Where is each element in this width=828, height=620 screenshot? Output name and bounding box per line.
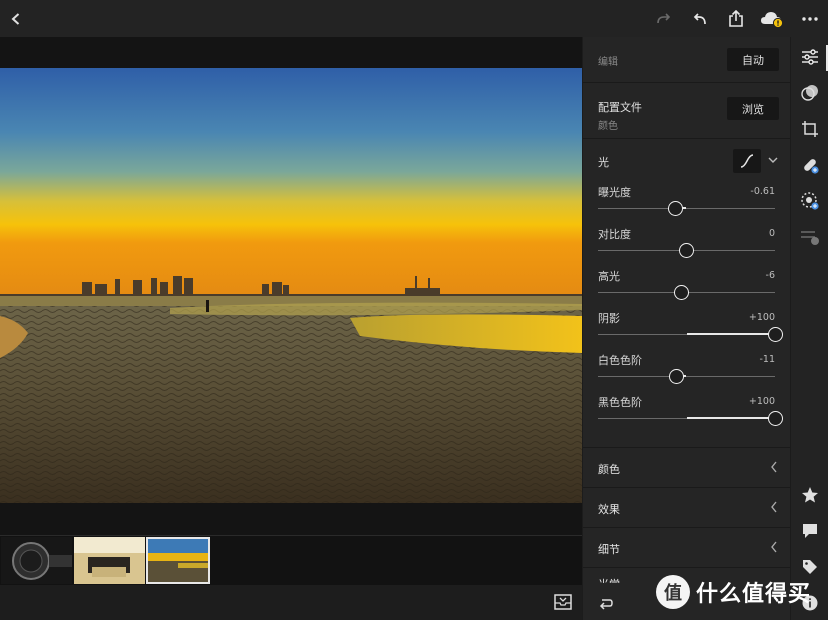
slider-label: 曝光度 bbox=[598, 186, 631, 199]
chevron-left-icon bbox=[771, 541, 777, 553]
presets-tool-button[interactable] bbox=[791, 75, 828, 111]
slider-track[interactable] bbox=[598, 376, 775, 377]
thumbnail-beach-selected[interactable] bbox=[146, 537, 210, 584]
versions-tool-button[interactable] bbox=[791, 219, 828, 255]
undo-button[interactable] bbox=[684, 0, 716, 37]
slider-knob[interactable] bbox=[668, 201, 684, 216]
light-section-header[interactable]: 光 bbox=[583, 139, 790, 179]
chevron-left-icon bbox=[771, 461, 777, 473]
cloud-sync-button[interactable] bbox=[756, 0, 788, 37]
profile-title: 配置文件 bbox=[598, 101, 642, 114]
section-header[interactable]: 细节 bbox=[583, 527, 790, 567]
rate-tool-button[interactable] bbox=[791, 477, 828, 513]
slider-value: -6 bbox=[765, 270, 775, 281]
profile-value: 颜色 bbox=[598, 121, 618, 132]
slider-row[interactable]: 对比度 0 bbox=[583, 223, 790, 265]
inbox-icon bbox=[554, 594, 572, 610]
slider-knob[interactable] bbox=[673, 285, 689, 300]
slider-value: 0 bbox=[768, 228, 775, 239]
versions-icon bbox=[801, 231, 819, 245]
section-title: 颜色 bbox=[598, 463, 620, 476]
tool-column bbox=[790, 37, 828, 620]
slider-label: 阴影 bbox=[598, 312, 620, 325]
slider-label: 高光 bbox=[598, 270, 620, 283]
selective-tool-button[interactable] bbox=[791, 183, 828, 219]
section-title: 效果 bbox=[598, 503, 620, 516]
chevron-left-icon bbox=[771, 501, 777, 513]
slider-row[interactable]: 曝光度 -0.61 bbox=[583, 181, 790, 223]
share-icon bbox=[729, 9, 743, 27]
slider-value: +100 bbox=[748, 312, 775, 323]
chevron-down-icon[interactable] bbox=[768, 157, 778, 164]
slider-row[interactable]: 黑色色阶 +100 bbox=[583, 391, 790, 433]
browse-button[interactable]: 浏览 bbox=[727, 97, 779, 120]
slider-track[interactable] bbox=[598, 208, 775, 209]
slider-fill bbox=[686, 417, 775, 419]
photo-preview[interactable] bbox=[0, 68, 582, 503]
selective-icon bbox=[801, 192, 819, 210]
section-title: 光学 bbox=[598, 576, 620, 583]
slider-label: 对比度 bbox=[598, 228, 631, 241]
slider-knob[interactable] bbox=[679, 243, 694, 258]
tone-curve-icon bbox=[740, 154, 754, 168]
slider-fill bbox=[686, 333, 775, 335]
tone-curve-button[interactable] bbox=[733, 149, 761, 173]
crop-icon bbox=[802, 121, 818, 137]
watermark-text: 什么值得买 bbox=[696, 582, 812, 607]
reset-icon bbox=[599, 599, 613, 610]
back-button[interactable] bbox=[0, 0, 32, 37]
bandage-icon bbox=[804, 159, 819, 174]
compare-button[interactable] bbox=[554, 594, 572, 614]
redo-icon bbox=[657, 12, 671, 23]
watermark-logo: 值 bbox=[656, 575, 690, 609]
section-header[interactable]: 颜色 bbox=[583, 447, 790, 487]
light-title: 光 bbox=[598, 156, 609, 169]
slider-row[interactable]: 高光 -6 bbox=[583, 265, 790, 307]
more-icon bbox=[802, 16, 818, 21]
cloud-warning-icon bbox=[761, 11, 784, 28]
undo-icon bbox=[693, 12, 706, 24]
section-header[interactable]: 效果 bbox=[583, 487, 790, 527]
slider-label: 白色色阶 bbox=[598, 354, 642, 367]
comments-tool-button[interactable] bbox=[791, 513, 828, 549]
healing-tool-button[interactable] bbox=[791, 147, 828, 183]
comment-icon bbox=[803, 524, 817, 538]
slider-label: 黑色色阶 bbox=[598, 396, 642, 409]
profile-section: 配置文件 颜色 浏览 bbox=[583, 83, 790, 139]
thumbnail-watch[interactable] bbox=[1, 537, 72, 584]
slider-row[interactable]: 阴影 +100 bbox=[583, 307, 790, 349]
edit-panel: 编辑 自动 配置文件 颜色 浏览 光 曝光度 -0.61 对比度 0 高光 -6 阴影 +10… bbox=[583, 37, 790, 620]
presets-icon bbox=[801, 85, 818, 101]
edit-header: 编辑 自动 bbox=[583, 37, 790, 83]
share-button[interactable] bbox=[720, 0, 752, 37]
slider-knob[interactable] bbox=[669, 369, 685, 384]
chevron-left-icon bbox=[11, 12, 20, 25]
bottom-bar bbox=[0, 585, 582, 620]
slider-row[interactable]: 白色色阶 -11 bbox=[583, 349, 790, 391]
edit-label: 编辑 bbox=[598, 57, 618, 68]
edit-tool-button[interactable] bbox=[791, 39, 828, 75]
slider-value: -0.61 bbox=[750, 186, 775, 197]
thumbnail-camera[interactable] bbox=[74, 537, 145, 584]
watermark-logo-glyph: 值 bbox=[664, 583, 682, 604]
star-icon bbox=[802, 487, 818, 503]
more-button[interactable] bbox=[794, 0, 826, 37]
redo-button[interactable] bbox=[648, 0, 680, 37]
reset-button[interactable] bbox=[598, 595, 614, 614]
beach-sunset-photo bbox=[0, 68, 582, 503]
section-title: 细节 bbox=[598, 543, 620, 556]
slider-knob[interactable] bbox=[767, 411, 783, 426]
slider-knob[interactable] bbox=[767, 327, 783, 342]
filmstrip bbox=[0, 535, 582, 585]
sliders-icon bbox=[802, 49, 818, 65]
crop-tool-button[interactable] bbox=[791, 111, 828, 147]
auto-button[interactable]: 自动 bbox=[727, 48, 779, 71]
watermark: 值 什么值得买 bbox=[656, 572, 826, 612]
top-toolbar bbox=[0, 0, 828, 37]
slider-value: +100 bbox=[748, 396, 775, 407]
slider-value: -11 bbox=[759, 354, 775, 365]
